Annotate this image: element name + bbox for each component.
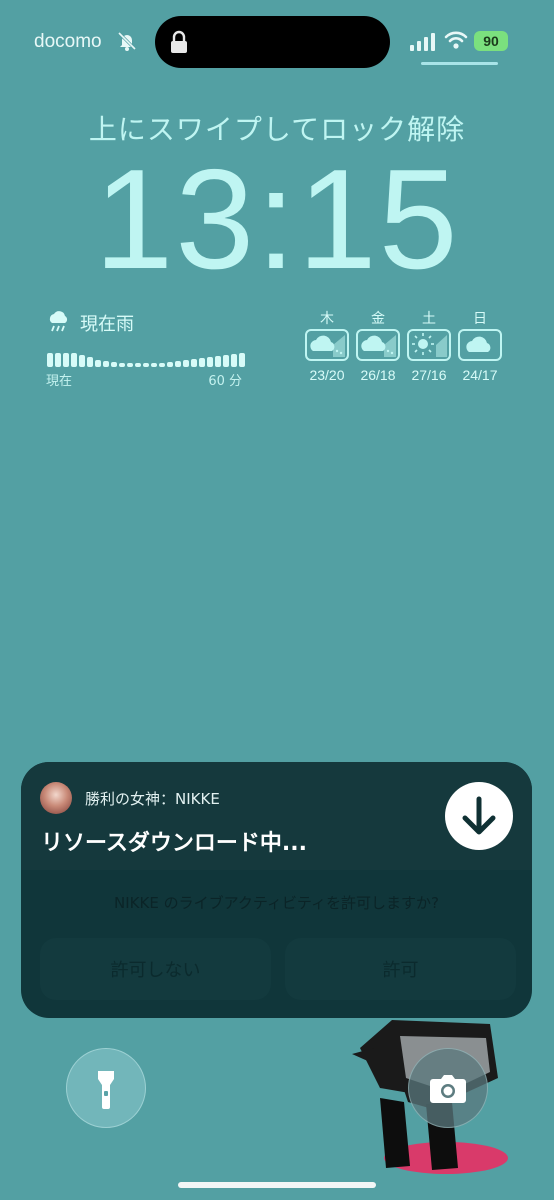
- forecast-day-label: 土: [422, 311, 436, 327]
- download-button[interactable]: [445, 782, 513, 850]
- deny-button-label: 許可しない: [110, 960, 201, 981]
- app-name: 勝利の女神：NIKKE: [85, 790, 220, 808]
- rain-widget-title: 現在雨: [80, 314, 134, 335]
- forecast-day: 木 23/20: [303, 308, 351, 383]
- download-arrow-icon: [462, 796, 496, 835]
- cellular-signal-icon: [410, 33, 435, 51]
- forecast-temp: 23/20: [309, 367, 345, 383]
- battery-underline: [421, 62, 498, 65]
- camera-icon: [430, 1075, 466, 1103]
- cloud-rain-icon: [356, 329, 400, 361]
- deny-button[interactable]: 許可しない: [40, 938, 271, 1000]
- bell-slash-icon: [117, 31, 137, 51]
- flashlight-button[interactable]: [66, 1048, 146, 1128]
- cloud-rain-icon: [305, 329, 349, 361]
- camera-button[interactable]: [408, 1048, 488, 1128]
- forecast-temp: 27/16: [411, 367, 447, 383]
- rain-end-label: 60 分: [208, 374, 242, 389]
- rain-widget[interactable]: 現在雨 現在 60 分: [46, 308, 246, 389]
- notification-title: リソースダウンロード中...: [41, 831, 307, 856]
- sun-rain-icon: [407, 329, 451, 361]
- flashlight-icon: [98, 1071, 114, 1109]
- live-activity-notification[interactable]: 勝利の女神：NIKKE リソースダウンロード中... NIKKE のライブアクテ…: [21, 762, 532, 1018]
- allow-button[interactable]: 許可: [285, 938, 516, 1000]
- permission-question: NIKKE のライブアクティビティを許可しますか?: [114, 894, 439, 912]
- home-indicator[interactable]: [178, 1182, 376, 1188]
- lock-icon: [171, 30, 187, 53]
- battery-percent: 90: [483, 33, 499, 49]
- rain-start-label: 現在: [46, 374, 73, 389]
- lock-clock: 13:15: [94, 140, 460, 299]
- carrier-label: docomo: [34, 31, 102, 52]
- forecast-temp: 24/17: [462, 367, 498, 383]
- allow-button-label: 許可: [382, 960, 419, 981]
- app-avatar: [40, 782, 72, 814]
- forecast-day-label: 日: [473, 311, 487, 327]
- cloud-icon: [458, 329, 502, 361]
- status-bar: docomo 90: [0, 0, 554, 80]
- forecast-day: 土 27/16: [405, 308, 453, 383]
- precipitation-bars: [47, 353, 245, 367]
- forecast-day: 金 26/18: [354, 308, 402, 383]
- forecast-day-label: 金: [371, 311, 385, 327]
- wifi-icon: [444, 31, 468, 49]
- forecast-day-label: 木: [320, 311, 334, 327]
- forecast-day: 日 24/17: [456, 308, 504, 383]
- dynamic-island: [155, 16, 390, 68]
- battery-icon: 90: [474, 31, 508, 51]
- rain-cloud-icon: [49, 311, 68, 332]
- forecast-temp: 26/18: [360, 367, 396, 383]
